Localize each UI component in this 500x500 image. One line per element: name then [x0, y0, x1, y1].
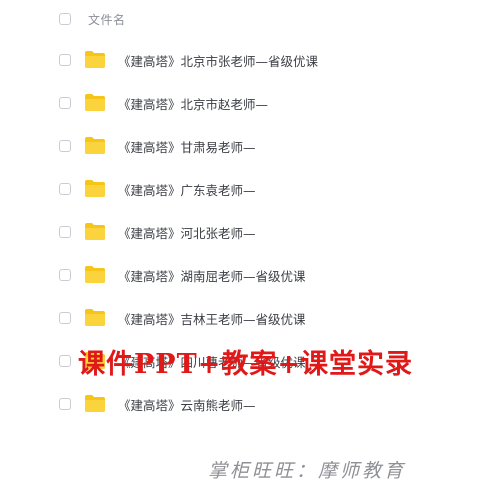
file-name[interactable]: 《建高塔》河北张老师— [118, 223, 256, 242]
file-browser: 文件名 《建高塔》北京市张老师—省级优课 《建高塔》北京市赵老师— 《建高塔》甘… [0, 0, 500, 500]
file-name[interactable]: 《建高塔》湖南屈老师—省级优课 [118, 266, 306, 285]
row-checkbox[interactable] [59, 54, 71, 66]
file-row[interactable]: 《建高塔》云南熊老师— [0, 389, 500, 419]
file-name[interactable]: 《建高塔》云南熊老师— [118, 395, 256, 414]
file-name[interactable]: 《建高塔》甘肃易老师— [118, 137, 256, 156]
folder-icon [85, 309, 105, 326]
folder-icon [85, 94, 105, 111]
folder-icon [85, 137, 105, 154]
row-checkbox[interactable] [59, 312, 71, 324]
shop-watermark: 掌柜旺旺：摩师教育 [208, 460, 407, 482]
file-name[interactable]: 《建高塔》广东袁老师— [118, 180, 256, 199]
file-row[interactable]: 《建高塔》北京市赵老师— [0, 88, 500, 118]
folder-icon [85, 223, 105, 240]
folder-icon [85, 180, 105, 197]
row-checkbox[interactable] [59, 226, 71, 238]
file-row[interactable]: 《建高塔》吉林王老师—省级优课 [0, 303, 500, 333]
file-name[interactable]: 《建高塔》北京市赵老师— [118, 94, 268, 113]
file-row[interactable]: 《建高塔》河北张老师— [0, 217, 500, 247]
folder-icon [85, 51, 105, 68]
row-checkbox[interactable] [59, 398, 71, 410]
select-all-checkbox[interactable] [59, 13, 71, 25]
file-list-header: 文件名 [0, 4, 500, 34]
folder-icon [85, 266, 105, 283]
column-header-filename: 文件名 [88, 13, 126, 27]
file-row[interactable]: 《建高塔》甘肃易老师— [0, 131, 500, 161]
row-checkbox[interactable] [59, 269, 71, 281]
row-checkbox[interactable] [59, 97, 71, 109]
file-row[interactable]: 《建高塔》广东袁老师— [0, 174, 500, 204]
row-checkbox[interactable] [59, 355, 71, 367]
row-checkbox[interactable] [59, 183, 71, 195]
promo-caption: 课件PPT+教案+课堂实录 [78, 349, 413, 380]
row-checkbox[interactable] [59, 140, 71, 152]
file-row[interactable]: 《建高塔》湖南屈老师—省级优课 [0, 260, 500, 290]
file-name[interactable]: 《建高塔》吉林王老师—省级优课 [118, 309, 306, 328]
folder-icon [85, 395, 105, 412]
file-row[interactable]: 《建高塔》北京市张老师—省级优课 [0, 45, 500, 75]
file-name[interactable]: 《建高塔》北京市张老师—省级优课 [118, 51, 318, 70]
